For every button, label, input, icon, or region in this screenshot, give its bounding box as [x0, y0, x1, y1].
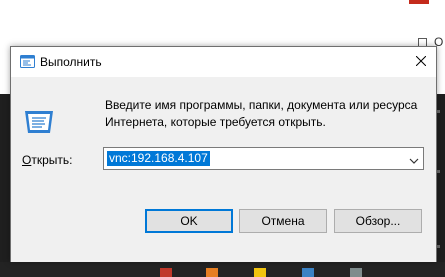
ok-button[interactable]: OK — [145, 209, 233, 233]
run-icon — [20, 55, 35, 68]
background-desktop-left — [0, 94, 10, 277]
background-window-edge — [409, 0, 429, 4]
button-bar: OK Отмена Обзор... — [11, 189, 436, 262]
taskbar-app-icon[interactable] — [302, 268, 314, 277]
run-dialog: Выполнить Введите имя программы, папки, … — [10, 46, 437, 262]
cancel-button[interactable]: Отмена — [239, 209, 327, 233]
open-label-mnemonic: О — [22, 153, 32, 167]
background-mark — [437, 170, 440, 173]
open-label: Открыть: — [22, 153, 72, 167]
chevron-down-icon[interactable] — [409, 154, 419, 164]
open-combobox[interactable]: vnc:192.168.4.107 — [103, 147, 424, 170]
close-button[interactable] — [406, 47, 436, 77]
title-bar[interactable]: Выполнить — [11, 47, 436, 77]
browse-button[interactable]: Обзор... — [334, 209, 422, 233]
taskbar — [0, 262, 445, 277]
background-mark — [437, 110, 440, 113]
taskbar-app-icon[interactable] — [206, 268, 218, 277]
dialog-title: Выполнить — [40, 55, 102, 69]
close-icon — [415, 55, 427, 69]
taskbar-app-icon[interactable] — [350, 268, 362, 277]
background-mark — [437, 245, 440, 248]
dialog-description: Введите имя программы, папки, документа … — [105, 98, 418, 129]
run-icon — [22, 107, 56, 137]
taskbar-app-icon[interactable] — [254, 268, 266, 277]
open-input[interactable]: vnc:192.168.4.107 — [107, 151, 210, 166]
open-label-text: ткрыть: — [31, 153, 73, 167]
taskbar-app-icon[interactable] — [160, 268, 172, 277]
background-desktop-right — [437, 94, 445, 277]
